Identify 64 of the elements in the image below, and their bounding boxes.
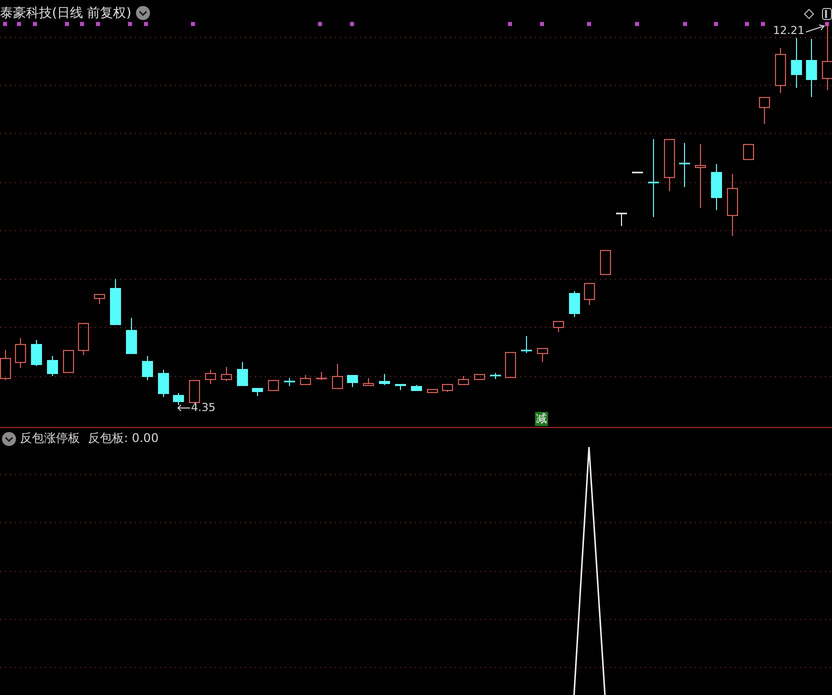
- candlestick: [316, 372, 327, 380]
- panel-toggle-icon[interactable]: [822, 8, 832, 20]
- candlestick: [189, 380, 200, 403]
- low-price-label: 4.35: [191, 401, 216, 414]
- candlestick: [695, 144, 706, 208]
- candlestick: [94, 294, 105, 304]
- candlestick: [458, 376, 469, 385]
- candlestick: [474, 374, 485, 380]
- candlestick: [822, 22, 832, 90]
- candlestick: [126, 318, 137, 354]
- candlestick: [537, 348, 548, 362]
- candlestick: [47, 356, 58, 376]
- candlestick: [395, 384, 406, 390]
- candlestick: [31, 340, 42, 366]
- candlestick: [268, 380, 279, 391]
- candlestick: [616, 212, 627, 226]
- candlestick: [379, 374, 390, 386]
- leader-arrow: [806, 24, 825, 32]
- high-price-label: 12.21: [773, 24, 804, 37]
- candlestick: [142, 356, 153, 380]
- candlestick: [727, 174, 738, 236]
- candlestick: [600, 250, 611, 275]
- candlestick: [679, 142, 690, 188]
- candlestick: [632, 172, 643, 174]
- candlestick: [0, 350, 11, 380]
- candlestick: [806, 38, 817, 98]
- candlestick: [110, 278, 121, 326]
- candlestick: [505, 352, 516, 378]
- candlestick: [363, 378, 374, 386]
- candlestick: [521, 336, 532, 354]
- candlestick: [63, 350, 74, 373]
- candlestick: [284, 378, 295, 386]
- chart-title: 泰豪科技(日线 前复权): [0, 5, 132, 22]
- signal-badge: 减: [535, 412, 548, 426]
- candlestick: [347, 374, 358, 388]
- candlestick: [332, 364, 343, 389]
- candlestick: [743, 144, 754, 160]
- candlestick: [775, 48, 786, 94]
- candlestick: [173, 392, 184, 406]
- candlestick: [553, 321, 564, 332]
- dropdown-icon[interactable]: [136, 6, 150, 20]
- diamond-icon[interactable]: [804, 9, 814, 19]
- candlestick: [759, 97, 770, 124]
- candlestick: [584, 283, 595, 306]
- candlestick: [252, 388, 263, 396]
- candlestick: [791, 38, 802, 88]
- candlestick: [78, 323, 89, 356]
- candlestick: [205, 370, 216, 384]
- leader-arrow: [177, 404, 190, 412]
- candlestick: [442, 384, 453, 392]
- candlestick: [15, 338, 26, 368]
- candlestick: [411, 384, 422, 392]
- candlestick: [711, 164, 722, 210]
- candlestick: [158, 370, 169, 398]
- candlestick: [569, 290, 580, 318]
- candlestick: [427, 389, 438, 393]
- candlestick: [300, 374, 311, 386]
- candlestick: [664, 139, 675, 192]
- indicator-reading: 反包板: 0.00: [88, 430, 159, 447]
- candlestick: [490, 372, 501, 380]
- dropdown-icon[interactable]: [2, 432, 16, 446]
- indicator-name: 反包涨停板: [20, 430, 80, 447]
- candlestick: [221, 366, 232, 382]
- candlestick: [237, 362, 248, 386]
